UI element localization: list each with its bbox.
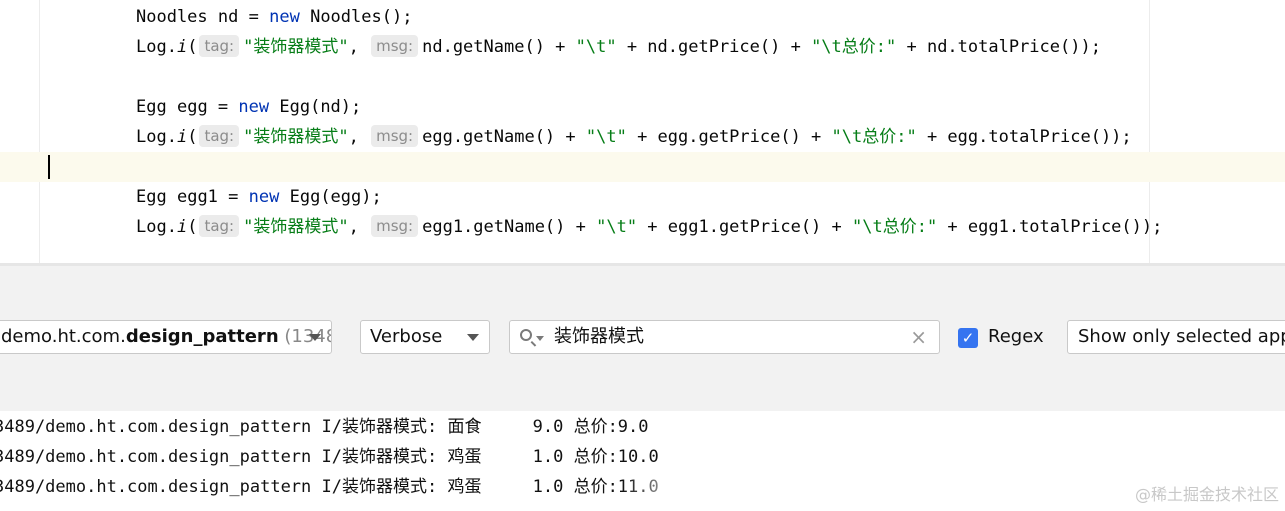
type-name: Noodles xyxy=(136,7,208,27)
process-pid: (1348 xyxy=(278,326,332,347)
expression: + egg.totalPrice()); xyxy=(916,127,1132,147)
close-icon[interactable]: × xyxy=(910,321,927,353)
log-class: Log. xyxy=(136,127,177,147)
log-method: i xyxy=(176,37,188,57)
type-name: Egg xyxy=(136,187,167,207)
open-paren: ( xyxy=(187,127,198,147)
expression: + egg.getPrice() + xyxy=(626,127,832,147)
keyword-new: new xyxy=(238,97,270,117)
chevron-down-icon xyxy=(309,334,321,341)
variable-name: egg xyxy=(176,97,208,117)
variable-name: nd xyxy=(217,7,239,27)
expression: + nd.totalPrice()); xyxy=(896,37,1101,57)
keyword-new: new xyxy=(269,7,300,27)
type-name: Egg xyxy=(136,97,167,117)
param-hint-tag: tag: xyxy=(199,35,240,57)
expression: + egg1.getPrice() + xyxy=(637,217,852,237)
watermark-overlay xyxy=(622,472,726,502)
log-class: Log. xyxy=(136,37,177,57)
param-hint-tag: tag: xyxy=(199,215,240,237)
text-caret xyxy=(48,155,50,179)
variable-name: egg1 xyxy=(176,187,218,207)
filter-config-value: Show only selected appl xyxy=(1078,326,1285,347)
process-package-name: design_pattern xyxy=(125,326,279,347)
constructor-call: Noodles(); xyxy=(310,7,413,27)
constructor-call: Egg(nd); xyxy=(279,97,362,117)
process-package-prefix: demo.ht.com. xyxy=(1,326,126,347)
regex-checkbox[interactable]: ✓ xyxy=(958,328,978,348)
keyword-new: new xyxy=(248,187,280,207)
string-literal: "\t" xyxy=(575,37,617,57)
string-literal: "\t" xyxy=(585,127,627,147)
open-paren: ( xyxy=(187,37,198,57)
logcat-toolbar: demo.ht.com.design_pattern (1348 Verbose… xyxy=(0,266,1285,411)
code-line[interactable]: Egg egg = new Egg(nd); xyxy=(136,92,361,122)
search-history-dropdown-icon[interactable] xyxy=(536,336,544,341)
code-line[interactable]: Log.i(tag: "装饰器模式", msg: egg.getName() + "… xyxy=(136,122,1132,152)
expression: egg1.getName() + xyxy=(422,217,597,237)
code-line[interactable]: Egg egg1 = new Egg(egg); xyxy=(136,182,382,212)
constructor-call: Egg(egg); xyxy=(289,187,382,207)
log-line[interactable]: 3489/demo.ht.com.design_pattern I/装饰器模式:… xyxy=(0,442,659,472)
expression: + egg1.totalPrice()); xyxy=(937,217,1163,237)
watermark-text: @稀土掘金技术社区 xyxy=(1134,485,1279,504)
search-value: 装饰器模式 xyxy=(554,326,644,347)
string-literal: "\t" xyxy=(596,217,638,237)
string-literal: "装饰器模式" xyxy=(243,37,349,57)
param-hint-msg: msg: xyxy=(371,35,419,57)
param-hint-tag: tag: xyxy=(199,125,240,147)
string-literal: "\t总价:" xyxy=(852,217,938,237)
param-hint-msg: msg: xyxy=(371,125,419,147)
param-hint-msg: msg: xyxy=(371,215,419,237)
log-method: i xyxy=(176,217,188,237)
current-line-highlight xyxy=(0,152,1285,182)
log-level-value: Verbose xyxy=(370,326,443,347)
code-editor[interactable]: Noodles nd = new Noodles(); Log.i(tag: "装… xyxy=(0,0,1285,263)
log-method: i xyxy=(176,127,188,147)
comma: , xyxy=(348,127,359,147)
comma: , xyxy=(348,37,359,57)
log-class: Log. xyxy=(136,217,177,237)
gutter-separator xyxy=(39,0,40,263)
process-selector[interactable]: demo.ht.com.design_pattern (1348 xyxy=(0,320,332,354)
log-line[interactable]: 3489/demo.ht.com.design_pattern I/装饰器模式:… xyxy=(0,472,659,502)
expression: nd.getName() + xyxy=(422,37,576,57)
string-literal: "装饰器模式" xyxy=(243,217,349,237)
string-literal: "\t总价:" xyxy=(831,127,917,147)
search-icon[interactable] xyxy=(520,329,532,341)
chevron-down-icon xyxy=(467,334,479,341)
log-line[interactable]: 3489/demo.ht.com.design_pattern I/装饰器模式:… xyxy=(0,412,649,442)
log-level-selector[interactable]: Verbose xyxy=(360,320,490,354)
code-line[interactable]: Log.i(tag: "装饰器模式", msg: nd.getName() + "\… xyxy=(136,32,1101,62)
string-literal: "\t总价:" xyxy=(811,37,897,57)
string-literal: "装饰器模式" xyxy=(243,127,349,147)
log-search-input[interactable]: 装饰器模式 × xyxy=(509,320,940,354)
code-line[interactable]: Log.i(tag: "装饰器模式", msg: egg1.getName() + … xyxy=(136,212,1162,242)
comma: , xyxy=(348,217,359,237)
expression: egg.getName() + xyxy=(422,127,586,147)
expression: + nd.getPrice() + xyxy=(616,37,812,57)
code-line[interactable]: Noodles nd = new Noodles(); xyxy=(136,2,412,32)
open-paren: ( xyxy=(187,217,198,237)
filter-config-selector[interactable]: Show only selected appl xyxy=(1067,320,1285,354)
regex-label[interactable]: Regex xyxy=(988,320,1044,354)
